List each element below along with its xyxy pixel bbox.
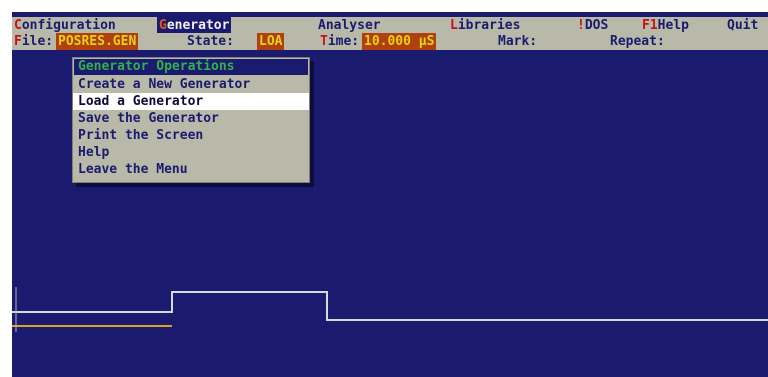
dos-screen: Configuration Generator Analyser Librari… xyxy=(12,12,768,377)
menu-item-load[interactable]: Load a Generator xyxy=(73,93,309,110)
menu-item-save[interactable]: Save the Generator xyxy=(73,110,309,127)
waveform-trace xyxy=(12,291,768,321)
generator-operations-menu: Generator Operations Create a New Genera… xyxy=(72,57,310,183)
menu-item-leave[interactable]: Leave the Menu xyxy=(73,161,309,178)
menu-item-help[interactable]: Help xyxy=(73,144,309,161)
menu-title: Generator Operations xyxy=(74,59,308,75)
menu-item-create[interactable]: Create a New Generator xyxy=(73,76,309,93)
menu-item-print[interactable]: Print the Screen xyxy=(73,127,309,144)
